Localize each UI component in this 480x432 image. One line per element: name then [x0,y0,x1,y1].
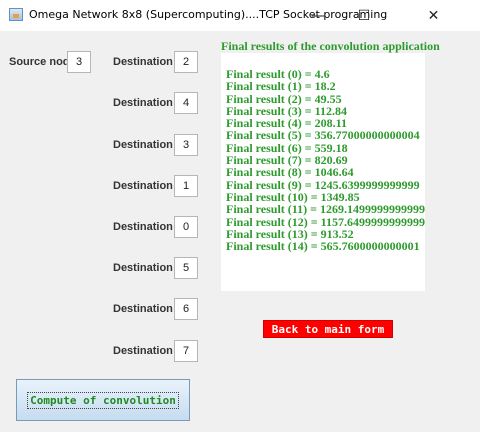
result-line: Final result (12) = 1157.6499999999999 [226,214,425,229]
back-to-main-button[interactable]: Back to main form [263,320,393,338]
source-node-field[interactable]: 3 [67,51,91,73]
destination-field[interactable]: 7 [174,340,198,362]
compute-convolution-label: Compute of convolution [27,391,179,409]
destination-field[interactable]: 0 [174,216,198,238]
results-panel: Final result (0) = 4.6 Final result (1) … [221,53,425,291]
destination-label: Destination : [113,345,180,357]
java-app-icon [9,8,23,21]
destination-label: Destination : [113,97,180,109]
results-list: Final result (0) = 4.6 Final result (1) … [226,68,425,254]
destination-field[interactable]: 2 [174,51,198,73]
title-bar: Omega Network 8x8 (Supercomputing)....TC… [0,0,480,31]
result-line: Final result (1) = 18.2 [226,79,336,94]
destination-label: Destination : [113,180,180,192]
maximize-button[interactable]: ☐ [341,0,387,31]
destination-field[interactable]: 5 [174,257,198,279]
destination-field[interactable]: 6 [174,298,198,320]
destination-label: Destination : [113,56,180,68]
destination-field[interactable]: 1 [174,175,198,197]
result-line: Final result (11) = 1269.1499999999999 [226,202,425,217]
results-title: Final results of the convolution applica… [221,39,440,53]
destination-label: Destination : [113,262,180,274]
destination-label: Destination : [113,303,180,315]
destination-label: Destination : [113,221,180,233]
destination-label: Destination : [113,139,180,151]
result-line: Final result (14) = 565.7600000000001 [226,239,420,254]
close-button[interactable]: ✕ [387,0,480,31]
compute-convolution-button[interactable]: Compute of convolution [16,379,190,421]
result-line: Final result (5) = 356.77000000000004 [226,128,420,143]
destination-field[interactable]: 4 [174,92,198,114]
minimize-button[interactable]: — [295,0,341,31]
main-panel: Source node : 3 Destination : 2 Destinat… [0,31,480,432]
destination-field[interactable]: 3 [174,134,198,156]
result-line: Final result (8) = 1046.64 [226,165,354,180]
